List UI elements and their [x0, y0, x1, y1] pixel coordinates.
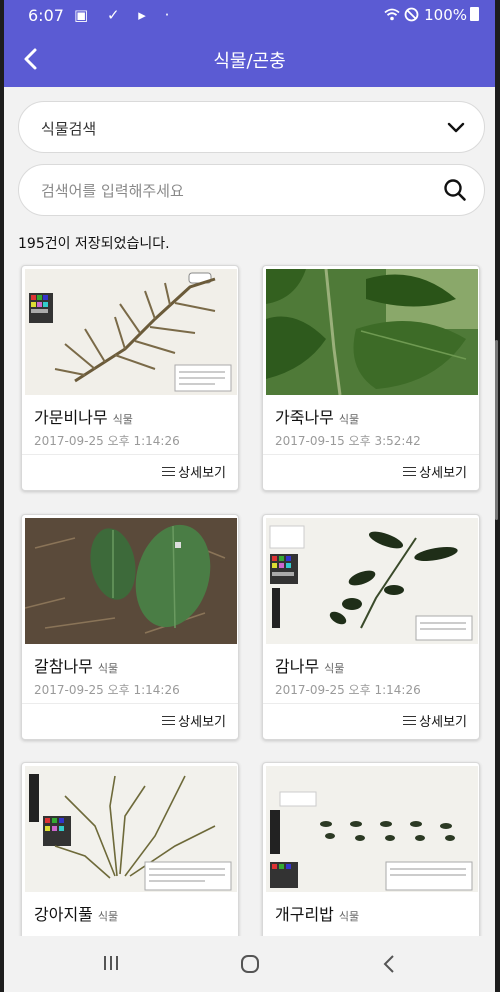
back-nav-icon[interactable] — [382, 954, 396, 974]
card-divider — [263, 703, 479, 704]
category-select-value: 식물검색 — [41, 120, 97, 138]
card-title: 개구리밥 식물 — [275, 901, 359, 925]
detail-label: 상세보기 — [178, 466, 226, 481]
search-icon[interactable] — [442, 177, 468, 203]
detail-label: 상세보기 — [419, 715, 467, 730]
list-icon — [162, 466, 176, 477]
recent-apps-icon[interactable] — [101, 954, 121, 972]
result-count: 195건이 저장되었습니다. — [18, 236, 170, 252]
app-screen: 6:07 ▣ ✓ ▸ · 100% 식물/곤충 식물검색 검색어를 입력해주세요… — [4, 0, 495, 992]
system-nav-bar — [4, 936, 495, 992]
plant-card[interactable]: 가죽나무 식물 2017-09-15 오후 3:52:42 상세보기 — [262, 265, 480, 491]
plant-name: 가죽나무 — [275, 408, 334, 427]
home-icon[interactable] — [240, 954, 260, 974]
battery-icon — [470, 7, 479, 21]
category-label: 식물 — [324, 662, 345, 675]
card-title: 갈참나무 식물 — [34, 653, 118, 677]
category-label: 식물 — [338, 413, 360, 426]
plant-name: 개구리밥 — [275, 905, 334, 924]
card-title: 강아지풀 식물 — [34, 901, 118, 925]
page-title: 식물/곤충 — [213, 51, 286, 72]
card-divider — [263, 454, 479, 455]
list-icon — [403, 715, 417, 726]
do-not-disturb-icon — [404, 7, 419, 22]
plant-name: 가문비나무 — [34, 408, 108, 427]
plant-card[interactable]: 갈참나무 식물 2017-09-25 오후 1:14:26 상세보기 — [21, 514, 239, 740]
detail-button[interactable]: 상세보기 — [162, 462, 226, 481]
search-field[interactable] — [18, 164, 485, 216]
category-select[interactable]: 식물검색 — [18, 101, 485, 153]
category-label: 식물 — [97, 662, 119, 675]
plant-name: 갈참나무 — [34, 657, 93, 676]
status-time: 6:07 — [28, 6, 64, 25]
specimen-thumbnail — [266, 766, 478, 892]
list-icon — [162, 715, 176, 726]
wifi-icon — [383, 8, 400, 21]
specimen-thumbnail — [25, 518, 237, 644]
detail-button[interactable]: 상세보기 — [162, 711, 226, 730]
category-label: 식물 — [97, 910, 119, 923]
detail-button[interactable]: 상세보기 — [403, 711, 467, 730]
card-title: 가문비나무 식물 — [34, 404, 133, 428]
plant-name: 감나무 — [275, 657, 320, 676]
category-label: 식물 — [338, 910, 360, 923]
specimen-thumbnail — [266, 269, 478, 395]
plant-card[interactable]: 감나무 식물 2017-09-25 오후 1:14:26 상세보기 — [262, 514, 480, 740]
specimen-thumbnail — [25, 766, 237, 892]
chevron-down-icon — [447, 122, 465, 133]
saved-date: 2017-09-25 오후 1:14:26 — [34, 434, 180, 448]
category-label: 식물 — [112, 413, 133, 426]
notification-icons: ▣ ✓ ▸ · — [74, 6, 177, 24]
saved-date: 2017-09-15 오후 3:52:42 — [275, 434, 421, 448]
card-title: 가죽나무 식물 — [275, 404, 359, 428]
plant-card[interactable]: 가문비나무 식물 2017-09-25 오후 1:14:26 상세보기 — [21, 265, 239, 491]
saved-date: 2017-09-25 오후 1:14:26 — [34, 683, 180, 697]
card-title: 감나무 식물 — [275, 653, 344, 677]
card-divider — [22, 454, 238, 455]
battery-percent: 100% — [424, 6, 467, 24]
status-right: 100% — [383, 6, 479, 24]
side-edge-handle — [495, 340, 498, 520]
list-icon — [403, 466, 417, 477]
app-bar: 식물/곤충 — [4, 31, 495, 87]
detail-label: 상세보기 — [178, 715, 226, 730]
plant-name: 강아지풀 — [34, 905, 93, 924]
detail-button[interactable]: 상세보기 — [403, 462, 467, 481]
detail-label: 상세보기 — [419, 466, 467, 481]
specimen-thumbnail — [266, 518, 478, 644]
status-bar: 6:07 ▣ ✓ ▸ · 100% — [4, 0, 495, 31]
search-input[interactable] — [41, 179, 421, 203]
saved-date: 2017-09-25 오후 1:14:26 — [275, 683, 421, 697]
specimen-thumbnail — [25, 269, 237, 395]
card-divider — [22, 703, 238, 704]
